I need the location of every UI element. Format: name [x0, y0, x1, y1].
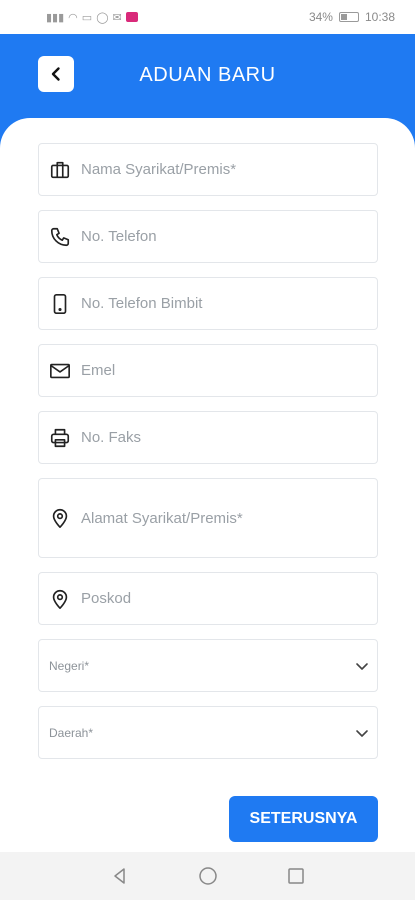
nav-home-button[interactable]: [198, 866, 218, 886]
square-recents-icon: [287, 868, 304, 884]
postcode-field[interactable]: Poskod: [38, 572, 378, 625]
wifi-icon: ◠: [68, 11, 78, 24]
postcode-placeholder: Poskod: [81, 590, 132, 607]
phone-field[interactable]: No. Telefon: [38, 210, 378, 263]
status-icons: ▮▮▮ ◠ ▭ ◯ ✉: [46, 11, 138, 24]
fax-placeholder: No. Faks: [81, 429, 142, 446]
chevron-down-icon: [356, 662, 368, 670]
mail-icon: [49, 360, 71, 382]
state-select[interactable]: Negeri*: [38, 639, 378, 692]
state-placeholder: Negeri*: [49, 658, 90, 673]
battery-icon: [338, 12, 359, 22]
clock: 10:38: [364, 10, 395, 24]
location-pin-icon: [49, 507, 71, 529]
mail-notification-icon: ✉: [112, 11, 122, 24]
email-field[interactable]: Emel: [38, 344, 378, 397]
mobile-phone-field[interactable]: No. Telefon Bimbit: [38, 277, 378, 330]
next-button[interactable]: SETERUSNYA: [229, 796, 378, 842]
fax-field[interactable]: No. Faks: [38, 411, 378, 464]
district-placeholder: Daerah*: [49, 725, 94, 740]
notification-icon: ▭: [81, 11, 93, 24]
mobile-icon: [49, 293, 71, 315]
status-right: 34% 10:38: [309, 10, 395, 24]
form-card: Nama Syarikat/Premis* No. Telefon No. Te…: [0, 118, 415, 852]
battery-percent: 34%: [308, 10, 333, 24]
app-header: ADUAN BARU: [0, 34, 415, 124]
briefcase-icon: [49, 159, 71, 181]
page-title: ADUAN BARU: [139, 64, 276, 86]
address-placeholder: Alamat Syarikat/Premis*: [81, 509, 243, 527]
triangle-back-icon: [113, 868, 125, 884]
phone-placeholder: No. Telefon: [81, 228, 157, 245]
circle-home-icon: [198, 867, 217, 885]
email-placeholder: Emel: [81, 362, 116, 379]
nav-back-button[interactable]: [110, 866, 130, 886]
phone-icon: [49, 226, 71, 248]
location-pin-icon: [49, 588, 71, 610]
address-field[interactable]: Alamat Syarikat/Premis*: [38, 478, 378, 558]
chevron-down-icon: [356, 729, 368, 737]
nav-recents-button[interactable]: [286, 866, 306, 886]
app-notification-icon: [125, 12, 138, 22]
printer-icon: [49, 427, 71, 449]
mobile-phone-placeholder: No. Telefon Bimbit: [81, 295, 203, 312]
company-name-field[interactable]: Nama Syarikat/Premis*: [38, 143, 378, 196]
district-select[interactable]: Daerah*: [38, 706, 378, 759]
system-nav-bar: [0, 852, 415, 900]
signal-icon: ▮▮▮: [46, 11, 65, 24]
status-bar: ▮▮▮ ◠ ▭ ◯ ✉ 34% 10:38: [0, 0, 415, 34]
company-name-placeholder: Nama Syarikat/Premis*: [81, 161, 237, 178]
whatsapp-icon: ◯: [96, 11, 109, 24]
